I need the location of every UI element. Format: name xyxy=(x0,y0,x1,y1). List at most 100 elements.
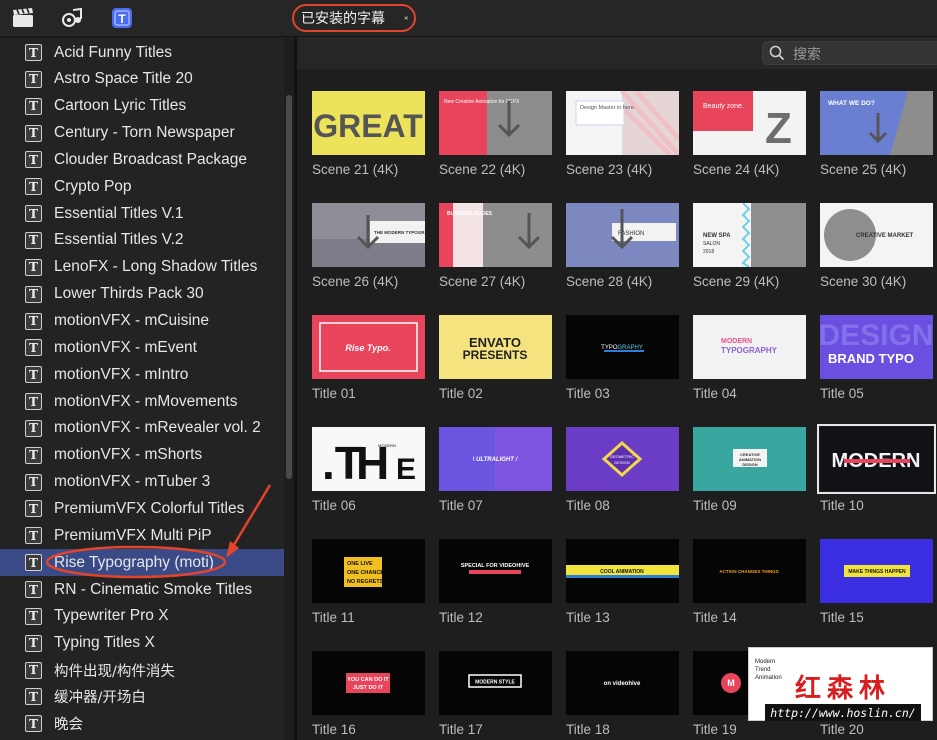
title-thumbnail[interactable]: CREATIVE MARKET xyxy=(820,203,933,267)
thumbnail-label: Title 12 xyxy=(439,610,483,625)
sidebar-item[interactable]: TmotionVFX - mShorts xyxy=(0,442,284,469)
title-icon: T xyxy=(25,205,42,223)
titles-icon[interactable]: T xyxy=(111,7,133,29)
thumbnail-label: Title 03 xyxy=(566,386,610,401)
title-icon: T xyxy=(25,419,42,437)
thumbnail-art: Beauty zone. Z xyxy=(693,91,806,155)
sidebar-item[interactable]: TmotionVFX - mIntro xyxy=(0,361,284,388)
sidebar-item[interactable]: T LenoFX - Long Shadow Titles xyxy=(0,254,284,281)
title-thumbnail[interactable]: Beauty zone. Z xyxy=(693,91,806,155)
title-icon: T xyxy=(25,366,42,384)
sidebar-item[interactable]: T Cartoon Lyric Titles xyxy=(0,93,284,120)
sidebar-item[interactable]: T Essential Titles V.2 xyxy=(0,227,284,254)
sidebar-item[interactable]: T PremiumVFX Multi PiP xyxy=(0,522,284,549)
svg-text:BUSINESS SLIDES: BUSINESS SLIDES xyxy=(447,211,493,217)
svg-text:on videohive: on videohive xyxy=(604,681,641,687)
title-icon: T xyxy=(25,258,42,276)
title-thumbnail[interactable]: New Creative Animation for FCPX xyxy=(439,91,552,155)
sidebar-item-label: 晚会 xyxy=(54,717,83,734)
sidebar-item-label: Crypto Pop xyxy=(54,177,132,195)
title-icon: T xyxy=(25,688,42,706)
title-thumbnail[interactable]: YOU CAN DO IT JUST DO IT xyxy=(312,651,425,715)
title-icon: T xyxy=(25,500,42,518)
title-thumbnail[interactable]: SPECIAL FOR VIDEOHIVE xyxy=(439,539,552,603)
sidebar-item-label: motionVFX - mShorts xyxy=(54,446,203,464)
title-thumbnail[interactable]: WHAT WE DO? xyxy=(820,91,933,155)
sidebar-item[interactable]: TmotionVFX - mRevealer vol. 2 xyxy=(0,415,284,442)
sidebar-item-label: RN - Cinematic Smoke Titles xyxy=(54,580,253,598)
title-thumbnail[interactable]: Design Master in here. xyxy=(566,91,679,155)
title-thumbnail[interactable]: MODERN STYLE xyxy=(439,651,552,715)
title-thumbnail[interactable]: MODERN TYPOGRAPHY xyxy=(693,315,806,379)
watermark-cn: 红森林 xyxy=(795,674,892,704)
sidebar-item[interactable]: T Acid Funny Titles xyxy=(0,39,284,66)
title-thumbnail[interactable]: TYPOGRAPHY xyxy=(566,315,679,379)
sidebar-item[interactable]: T RN - Cinematic Smoke Titles xyxy=(0,576,284,603)
thumbnail-label: Scene 26 (4K) xyxy=(312,274,399,289)
sidebar-item-label: PremiumVFX Colorful Titles xyxy=(54,499,245,517)
title-thumbnail[interactable]: ENVATO PRESENTS xyxy=(439,315,552,379)
title-thumbnail[interactable]: ACTION CHANGES THINGS xyxy=(693,539,806,603)
thumbnail-label: Title 05 xyxy=(820,386,864,401)
title-thumbnail[interactable]: BUSINESS SLIDES xyxy=(439,203,552,267)
sidebar-item[interactable]: TmotionVFX - mMovements xyxy=(0,388,284,415)
thumbnail-label: Scene 22 (4K) xyxy=(439,162,526,177)
watermark-logo: Modern Trend Animation xyxy=(755,659,782,681)
sidebar-item[interactable]: T Typewriter Pro X xyxy=(0,603,284,630)
sidebar-item-label: LenoFX - Long Shadow Titles xyxy=(54,258,258,276)
thumbnail-art: WHAT WE DO? xyxy=(820,91,933,155)
svg-text:DESIGN: DESIGN xyxy=(614,460,629,465)
title-thumbnail[interactable]: COOL ANIMATION xyxy=(566,539,679,603)
thumbnail-art: MODERN xyxy=(820,427,933,491)
thumbnail-label: Scene 30 (4K) xyxy=(820,274,907,289)
title-thumbnail[interactable]: GEOMETRIC DESIGN xyxy=(566,427,679,491)
sidebar-item[interactable]: T Essential Titles V.1 xyxy=(0,200,284,227)
title-thumbnail[interactable]: GREAT xyxy=(312,91,425,155)
thumbnail-label: Title 01 xyxy=(312,386,356,401)
sidebar-item[interactable]: TmotionVFX - mEvent xyxy=(0,334,284,361)
sidebar-item[interactable]: T Century - Torn Newspaper xyxy=(0,120,284,147)
sidebar-item[interactable]: T Clouder Broadcast Package xyxy=(0,146,284,173)
sidebar-item[interactable]: T 构件出现/构件消失 xyxy=(0,657,284,684)
title-icon: T xyxy=(25,44,42,61)
search-input[interactable] xyxy=(762,41,937,65)
thumbnail-art: New Creative Animation for FCPX xyxy=(439,91,552,155)
thumbnail-art: DESIGNBRAND TYPO xyxy=(820,315,933,379)
sidebar-item[interactable]: T Lower Thirds Pack 30 xyxy=(0,281,284,308)
title-thumbnail[interactable]: FASHION xyxy=(566,203,679,267)
title-thumbnail[interactable]: ONE LIVE ONE CHANCE NO REGRETS xyxy=(312,539,425,603)
sidebar-item[interactable]: T 晚会 xyxy=(0,710,284,737)
title-thumbnail[interactable]: on videohive xyxy=(566,651,679,715)
title-thumbnail[interactable]: .T H E MODERN xyxy=(312,427,425,491)
clapper-icon[interactable] xyxy=(12,7,34,29)
sidebar-item[interactable]: T Rise Typography (moti) xyxy=(0,549,284,577)
title-thumbnail[interactable]: \ ULTRALIGHT / xyxy=(439,427,552,491)
title-thumbnail[interactable]: DESIGN BRAND TYPO xyxy=(820,315,933,379)
library-select[interactable]: 已安装的字幕 ‸ ˇ xyxy=(292,4,416,32)
sidebar-item[interactable]: T Crypto Pop xyxy=(0,173,284,200)
sidebar-scrollbar[interactable] xyxy=(286,95,292,479)
sidebar-item[interactable]: TmotionVFX - mTuber 3 xyxy=(0,469,284,496)
music-photo-icon[interactable] xyxy=(61,7,83,29)
svg-text:THE MODERN TYPOGRAPHY: THE MODERN TYPOGRAPHY xyxy=(374,230,425,235)
sidebar-item[interactable]: T Typing Titles X xyxy=(0,630,284,657)
title-thumbnail[interactable]: Rise Typo. xyxy=(312,315,425,379)
sidebar-item[interactable]: T PremiumVFX Colorful Titles xyxy=(0,495,284,522)
title-thumbnail[interactable]: MAKE THINGS HAPPEN xyxy=(820,539,933,603)
sidebar-item[interactable]: T 缓冲器/开场白 xyxy=(0,683,284,710)
svg-text:GREAT: GREAT xyxy=(313,108,423,144)
title-thumbnail[interactable]: CREATIVE ANIMATION DESIGN xyxy=(693,427,806,491)
title-thumbnail[interactable]: MODERN xyxy=(817,424,936,494)
title-thumbnail[interactable]: THE MODERN TYPOGRAPHY xyxy=(312,203,425,267)
sidebar-item-label: Acid Funny Titles xyxy=(54,43,173,61)
svg-text:WHAT WE DO?: WHAT WE DO? xyxy=(828,100,875,107)
sidebar-item[interactable]: T Astro Space Title 20 xyxy=(0,66,284,93)
thumbnail-art: BUSINESS SLIDES xyxy=(439,203,552,267)
svg-text:MAKE THINGS HAPPEN: MAKE THINGS HAPPEN xyxy=(848,569,906,575)
sidebar-item[interactable]: TmotionVFX - mCuisine xyxy=(0,308,284,335)
thumbnail-label: Scene 24 (4K) xyxy=(693,162,780,177)
thumbnail-label: Scene 23 (4K) xyxy=(566,162,653,177)
thumbnail-art: CREATIVEANIMATIONDESIGN xyxy=(693,427,806,491)
title-thumbnail[interactable]: NEW SPA SALON 2018 xyxy=(693,203,806,267)
chevron-updown-icon: ‸ ˇ xyxy=(403,7,410,28)
